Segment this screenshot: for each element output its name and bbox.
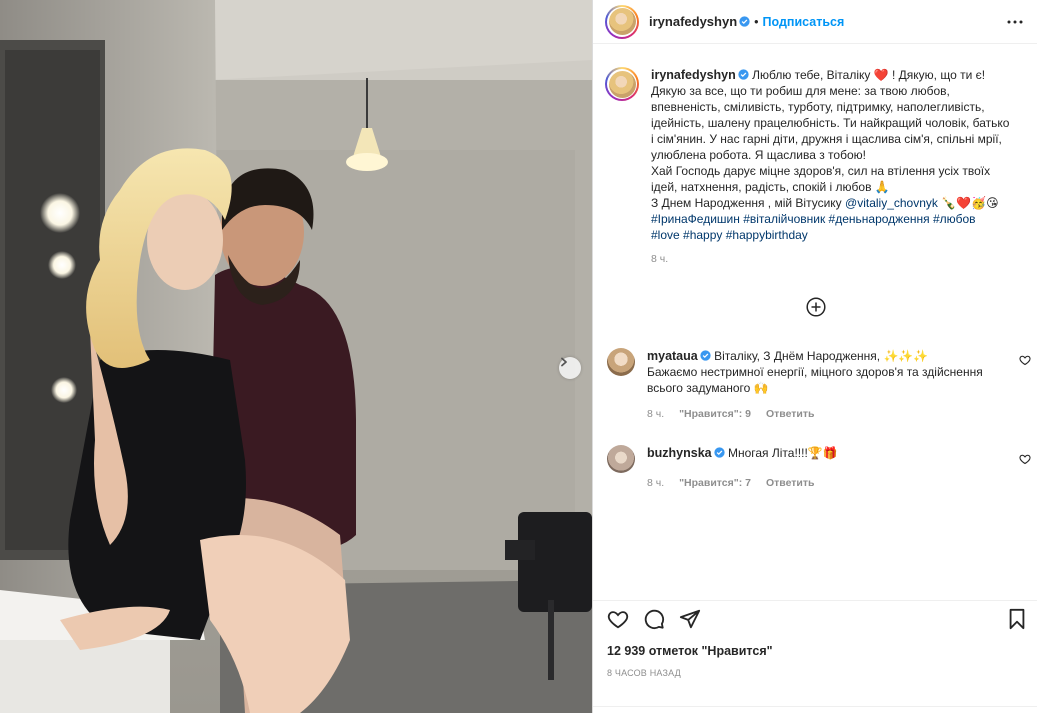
caption-avatar[interactable]	[605, 67, 639, 101]
caption-time[interactable]: 8 ч.	[651, 253, 1011, 265]
heart-icon[interactable]	[607, 608, 629, 630]
caption-hashtags-2[interactable]: #love #happy #happybirthday	[651, 228, 808, 242]
comment-item: myataua Віталіку, З Днём Народження, ✨✨✨…	[607, 348, 1031, 422]
comments-scroll[interactable]: irynafedyshyn Люблю тебе, Віталіку ❤️ ! …	[593, 45, 1037, 600]
post-photo	[0, 0, 592, 713]
next-arrow-icon	[561, 357, 567, 367]
reply-button[interactable]: Ответить	[766, 408, 815, 420]
comment-like-icon[interactable]	[1019, 453, 1031, 465]
likes-count[interactable]: 12 939 отметок "Нравится"	[607, 644, 773, 658]
commenter-avatar[interactable]	[607, 445, 635, 473]
load-more-comments-icon[interactable]	[806, 297, 826, 317]
post-time-ago[interactable]: 8 ЧАСОВ НАЗАД	[607, 668, 681, 678]
reply-button[interactable]: Ответить	[766, 477, 815, 489]
comment-meta: 8 ч. "Нравится": 9 Ответить	[647, 406, 999, 422]
comment-like-icon[interactable]	[1019, 354, 1031, 366]
more-icon[interactable]	[1006, 14, 1024, 30]
follow-button[interactable]: Подписаться	[763, 15, 845, 29]
comment-icon[interactable]	[643, 608, 665, 630]
caption-emoji: 🍾❤️🥳😘	[937, 196, 999, 210]
comment-meta: 8 ч. "Нравится": 7 Ответить	[647, 475, 999, 491]
author-username[interactable]: irynafedyshyn	[649, 14, 737, 29]
verified-badge-icon	[738, 69, 749, 80]
commenter-username[interactable]: myataua	[647, 349, 698, 363]
caption-username[interactable]: irynafedyshyn	[651, 68, 736, 82]
comment-item: buzhynska Многая Літа!!!!🏆🎁 8 ч. "Нравит…	[607, 445, 1031, 491]
caption-body: Люблю тебе, Віталіку ❤️ ! Дякую, що ти є…	[651, 68, 1010, 210]
caption-hashtags-1[interactable]: #ІринаФедишин #віталійчовник #деньнародж…	[651, 212, 976, 226]
action-bar: 12 939 отметок "Нравится" 8 ЧАСОВ НАЗАД	[593, 600, 1037, 713]
comment-likes[interactable]: "Нравится": 9	[679, 408, 751, 420]
comment-time[interactable]: 8 ч.	[647, 477, 664, 489]
share-icon[interactable]	[679, 608, 701, 630]
photo-illustration	[0, 0, 592, 713]
caption-mention[interactable]: @vitaliy_chovnyk	[845, 196, 938, 210]
comment-likes[interactable]: "Нравится": 7	[679, 477, 751, 489]
verified-badge-icon	[700, 350, 711, 361]
caption-text: irynafedyshyn Люблю тебе, Віталіку ❤️ ! …	[651, 67, 1011, 243]
commenter-avatar[interactable]	[607, 348, 635, 376]
comment-input-row[interactable]	[593, 706, 1037, 713]
verified-badge-icon	[739, 16, 750, 27]
separator-dot: •	[754, 14, 759, 29]
post-caption: irynafedyshyn Люблю тебе, Віталіку ❤️ ! …	[605, 67, 1025, 265]
post-side-panel: irynafedyshyn • Подписаться irynafedyshy…	[592, 0, 1037, 713]
verified-badge-icon	[713, 447, 725, 458]
comment-time[interactable]: 8 ч.	[647, 408, 664, 420]
next-photo-button[interactable]	[559, 357, 581, 379]
commenter-username[interactable]: buzhynska	[647, 446, 712, 460]
bookmark-icon[interactable]	[1007, 608, 1027, 630]
comment-text: Многая Літа!!!!🏆🎁	[727, 446, 838, 460]
author-avatar[interactable]	[605, 4, 639, 39]
post-header: irynafedyshyn • Подписаться	[593, 0, 1037, 44]
